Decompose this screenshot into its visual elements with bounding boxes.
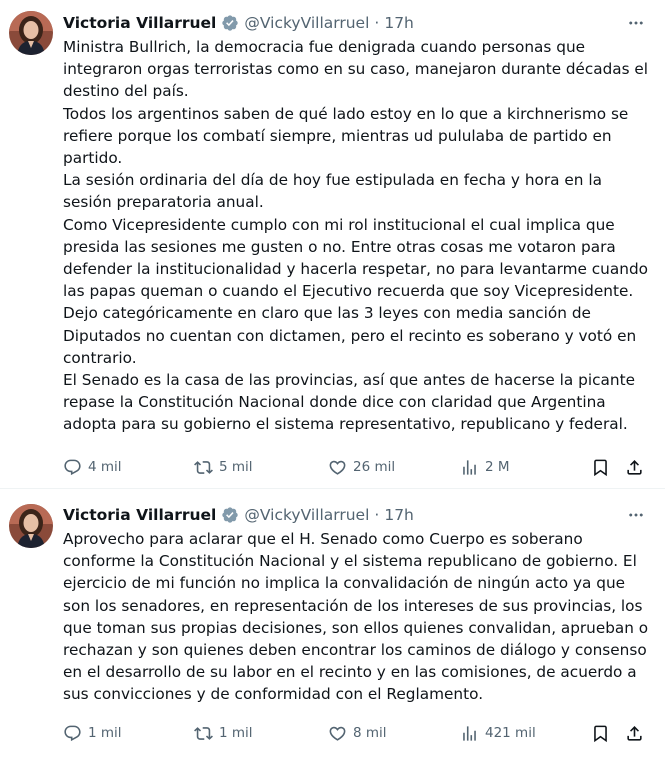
repost-button[interactable]: 5 mil: [194, 456, 253, 478]
share-icon: [625, 724, 644, 743]
views-button[interactable]: 2 M: [460, 456, 510, 478]
tweet-header: Victoria Villarruel @VickyVillarruel · 1…: [63, 504, 414, 526]
more-options-button[interactable]: [626, 505, 646, 525]
reply-count: 4 mil: [88, 459, 122, 475]
tweet-text-line: Diputados no cuentan con dictamen, pero …: [63, 326, 637, 345]
repost-icon: [194, 724, 213, 743]
tweet-2[interactable]: Victoria Villarruel @VickyVillarruel · 1…: [0, 489, 665, 758]
like-count: 8 mil: [353, 725, 387, 741]
tweet-text-line: ejercicio de mi función no implica la co…: [63, 574, 626, 593]
reply-button[interactable]: 4 mil: [63, 456, 122, 478]
views-icon: [460, 724, 479, 743]
separator-dot: ·: [374, 14, 380, 32]
share-button[interactable]: [625, 722, 644, 744]
author-handle[interactable]: @VickyVillarruel: [244, 506, 369, 524]
tweet-text-line: son los senadores, en representación de …: [63, 596, 643, 615]
reply-icon: [63, 724, 82, 743]
views-count: 421 mil: [485, 725, 536, 741]
tweet-text-line: Aprovecho para aclarar que el H. Senado …: [63, 530, 583, 548]
verified-badge-icon: [221, 506, 239, 524]
author-handle[interactable]: @VickyVillarruel: [244, 14, 369, 32]
tweet-1[interactable]: Victoria Villarruel @VickyVillarruel · 1…: [0, 0, 665, 488]
like-button[interactable]: 26 mil: [328, 456, 395, 478]
tweet-text-line: La sesión ordinaria del día de hoy fue e…: [63, 171, 602, 190]
separator-dot: ·: [374, 506, 380, 524]
views-count: 2 M: [485, 459, 510, 475]
like-icon: [328, 724, 347, 743]
bookmark-button[interactable]: [591, 456, 610, 478]
tweet-text: Ministra Bullrich, la democracia fue den…: [63, 36, 648, 436]
repost-count: 5 mil: [219, 459, 253, 475]
more-icon: [627, 506, 645, 524]
avatar[interactable]: [9, 11, 53, 55]
tweet-text-line: repase la Constitución Nacional donde di…: [63, 393, 606, 412]
tweet-text-line: sesión preparatoria anual.: [63, 193, 264, 212]
tweet-actions: 1 mil 1 mil 8 mil 421 mil: [63, 722, 653, 744]
tweet-text-line: Como Vicepresidente cumplo con mi rol in…: [63, 215, 615, 234]
share-button[interactable]: [625, 456, 644, 478]
avatar-image: [9, 504, 53, 548]
tweet-text-line: contrario.: [63, 348, 137, 367]
tweet-text-line: integraron orgas terroristas como en su …: [63, 60, 648, 79]
tweet-text-line: Ministra Bullrich, la democracia fue den…: [63, 38, 586, 56]
tweet-text-line: sus convicciones y de conformidad con el…: [63, 685, 484, 704]
like-icon: [328, 458, 347, 477]
more-icon: [627, 14, 645, 32]
reply-button[interactable]: 1 mil: [63, 722, 122, 744]
tweet-header: Victoria Villarruel @VickyVillarruel · 1…: [63, 12, 414, 34]
tweet-text-line: conforme la Constitución Nacional y el s…: [63, 552, 637, 571]
tweet-text-line: refiere porque los combatí siempre, mien…: [63, 126, 612, 145]
repost-icon: [194, 458, 213, 477]
tweet-text-line: partido.: [63, 149, 123, 168]
timestamp[interactable]: 17h: [384, 14, 414, 32]
views-button[interactable]: 421 mil: [460, 722, 536, 744]
timestamp[interactable]: 17h: [384, 506, 414, 524]
author-name[interactable]: Victoria Villarruel: [63, 506, 216, 524]
author-name[interactable]: Victoria Villarruel: [63, 14, 216, 32]
tweet-text-line: defender la institucionalidad y hacerla …: [63, 260, 649, 279]
like-button[interactable]: 8 mil: [328, 722, 387, 744]
tweet-text-line: rechazan y son quienes deben encontrar l…: [63, 641, 647, 660]
tweet-text-line: en el desarrollo de su labor en el recin…: [63, 663, 637, 682]
bookmark-icon: [591, 458, 610, 477]
tweet-text-line: las papas queman o cuando el Ejecutivo r…: [63, 282, 634, 301]
avatar-image: [9, 11, 53, 55]
tweet-text-line: Dejo categóricamente en claro que las 3 …: [63, 304, 591, 323]
tweet-text: Aprovecho para aclarar que el H. Senado …: [63, 528, 648, 706]
share-icon: [625, 458, 644, 477]
reply-icon: [63, 458, 82, 477]
verified-badge-icon: [221, 14, 239, 32]
tweet-text-line: que toman sus propias decisiones, son el…: [63, 618, 649, 637]
repost-button[interactable]: 1 mil: [194, 722, 253, 744]
bookmark-icon: [591, 724, 610, 743]
avatar[interactable]: [9, 504, 53, 548]
more-options-button[interactable]: [626, 13, 646, 33]
tweet-text-line: destino del país.: [63, 82, 189, 101]
tweet-text-line: presida las sesiones me gusten o no. Ent…: [63, 237, 616, 256]
like-count: 26 mil: [353, 459, 396, 475]
views-icon: [460, 458, 479, 477]
bookmark-button[interactable]: [591, 722, 610, 744]
repost-count: 1 mil: [219, 725, 253, 741]
tweet-actions: 4 mil 5 mil 26 mil 2 M: [63, 456, 653, 478]
tweet-text-line: adopta para su gobierno el sistema repre…: [63, 415, 628, 434]
tweet-text-line: El Senado es la casa de las provincias, …: [63, 371, 635, 390]
tweet-text-line: Todos los argentinos saben de qué lado e…: [63, 104, 629, 123]
reply-count: 1 mil: [88, 725, 122, 741]
